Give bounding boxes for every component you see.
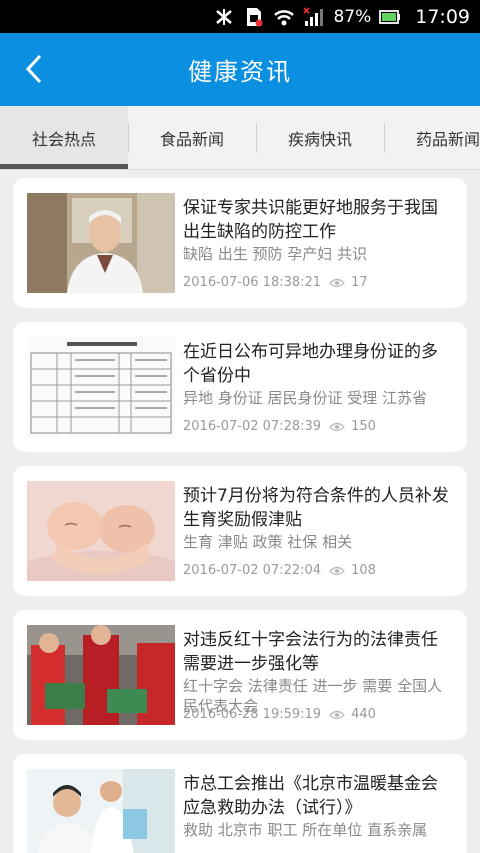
tab-disease-news[interactable]: 疾病快讯 (256, 106, 384, 169)
category-tabs: 社会热点 食品新闻 疾病快讯 药品新闻 (0, 106, 480, 170)
tab-label: 食品新闻 (159, 130, 224, 149)
article-thumbnail (27, 481, 175, 581)
tab-drug-news[interactable]: 药品新闻 (384, 106, 480, 169)
article-date: 2016-06-28 19:59:19 (183, 707, 322, 722)
wifi-icon (273, 6, 295, 28)
article-meta: 2016-07-02 07:22:04 108 (183, 563, 453, 578)
article-thumbnail (27, 337, 175, 437)
article-views: 440 (351, 707, 376, 722)
article-meta: 2016-06-28 19:59:19 440 (183, 707, 453, 722)
article-thumbnail (27, 625, 175, 725)
article-title: 保证专家共识能更好地服务于我国出生缺陷的防控工作 (183, 198, 438, 242)
article-tags: 救助 北京市 职工 所在单位 直系亲属 (183, 821, 428, 839)
article-tags: 缺陷 出生 预防 孕产妇 共识 (183, 245, 368, 263)
article-card[interactable]: 保证专家共识能更好地服务于我国出生缺陷的防控工作 缺陷 出生 预防 孕产妇 共识… (13, 178, 467, 308)
article-title: 预计7月份将为符合条件的人员补发生育奖励假津贴 (183, 486, 449, 530)
tab-label: 社会热点 (31, 130, 96, 149)
back-button[interactable] (16, 51, 52, 87)
article-tags: 生育 津贴 政策 社保 相关 (183, 533, 353, 551)
article-thumbnail (27, 769, 175, 853)
app-header: 健康资讯 (0, 33, 480, 106)
back-chevron-icon (25, 54, 42, 84)
status-bar: 87% 17:09 (0, 0, 480, 33)
battery-percent: 87% (333, 6, 372, 27)
eye-icon (329, 710, 345, 720)
article-date: 2016-07-02 07:28:39 (183, 419, 322, 434)
article-views: 150 (351, 419, 376, 434)
article-tags: 异地 身份证 居民身份证 受理 江苏省 (183, 389, 428, 407)
eye-icon (329, 278, 345, 288)
article-meta: 2016-07-06 18:38:21 17 (183, 275, 453, 290)
tab-label: 疾病快讯 (287, 130, 352, 149)
eye-icon (329, 422, 345, 432)
article-thumbnail (27, 193, 175, 293)
article-title: 对违反红十字会法行为的法律责任需要进一步强化等 (183, 630, 438, 674)
tab-social-hotspot[interactable]: 社会热点 (0, 106, 128, 169)
signal-icon (303, 6, 325, 28)
article-title: 在近日公布可异地办理身份证的多个省份中 (183, 342, 438, 386)
tab-label: 药品新闻 (415, 130, 480, 149)
page-title: 健康资讯 (188, 58, 292, 86)
article-views: 17 (351, 275, 368, 290)
bluetooth-icon (213, 6, 235, 28)
article-card[interactable]: 在近日公布可异地办理身份证的多个省份中 异地 身份证 居民身份证 受理 江苏省 … (13, 322, 467, 452)
article-date: 2016-07-06 18:38:21 (183, 275, 322, 290)
article-card[interactable]: 市总工会推出《北京市温暖基金会应急救助办法（试行）》 救助 北京市 职工 所在单… (13, 754, 467, 853)
eye-icon (329, 566, 345, 576)
clock: 17:09 (415, 5, 470, 28)
article-meta: 2016-07-02 07:28:39 150 (183, 419, 453, 434)
article-title: 市总工会推出《北京市温暖基金会应急救助办法（试行）》 (183, 774, 438, 818)
article-card[interactable]: 预计7月份将为符合条件的人员补发生育奖励假津贴 生育 津贴 政策 社保 相关 2… (13, 466, 467, 596)
tab-food-news[interactable]: 食品新闻 (128, 106, 256, 169)
article-card[interactable]: 对违反红十字会法行为的法律责任需要进一步强化等 红十字会 法律责任 进一步 需要… (13, 610, 467, 740)
article-list[interactable]: 保证专家共识能更好地服务于我国出生缺陷的防控工作 缺陷 出生 预防 孕产妇 共识… (0, 178, 480, 853)
battery-icon (379, 6, 401, 28)
article-views: 108 (351, 563, 376, 578)
article-date: 2016-07-02 07:22:04 (183, 563, 322, 578)
sim-card-icon (243, 6, 265, 28)
